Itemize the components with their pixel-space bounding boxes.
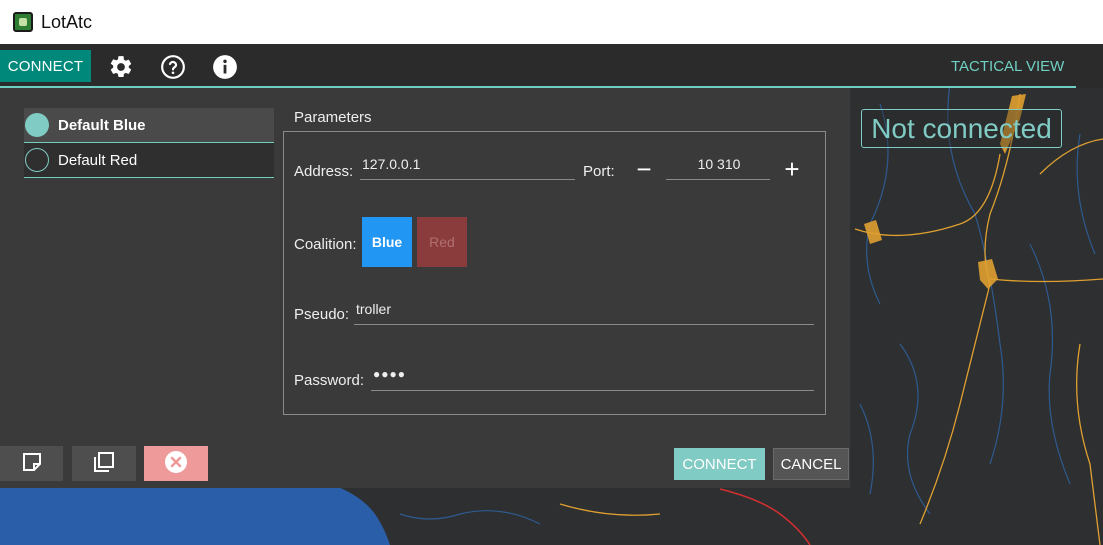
- port-label: Port:: [583, 163, 615, 180]
- profile-item-default-red[interactable]: Default Red: [24, 143, 274, 178]
- cancel-button[interactable]: CANCEL: [773, 448, 849, 480]
- gear-icon[interactable]: [108, 54, 134, 80]
- copy-icon: [92, 450, 116, 477]
- port-decrement-button[interactable]: −: [632, 156, 656, 182]
- address-label: Address:: [294, 163, 354, 180]
- port-input[interactable]: 10 310: [666, 156, 770, 180]
- unselected-radio-icon: [25, 148, 49, 172]
- pseudo-label: Pseudo:: [294, 306, 350, 323]
- selected-radio-icon: [25, 113, 49, 137]
- coalition-red-button[interactable]: Red: [417, 217, 467, 267]
- info-icon[interactable]: [212, 54, 238, 80]
- connection-status-badge: Not connected: [861, 109, 1062, 148]
- profile-item-default-blue[interactable]: Default Blue: [24, 108, 274, 143]
- address-input[interactable]: 127.0.0.1: [360, 156, 575, 180]
- new-profile-button[interactable]: [0, 446, 63, 481]
- profile-label: Default Red: [58, 151, 138, 169]
- connect-button[interactable]: CONNECT: [674, 448, 765, 480]
- port-increment-button[interactable]: +: [780, 156, 804, 182]
- duplicate-profile-button[interactable]: [72, 446, 136, 481]
- title-bar: LotAtc: [0, 0, 1103, 44]
- close-circle-icon: [164, 450, 188, 477]
- password-input[interactable]: ●●●●: [371, 367, 814, 391]
- coalition-blue-button[interactable]: Blue: [362, 217, 412, 267]
- coalition-label: Coalition:: [294, 236, 357, 253]
- parameters-title: Parameters: [294, 109, 372, 126]
- note-icon: [20, 450, 44, 477]
- connection-dialog: Default Blue Default Red Parameters Addr…: [0, 88, 850, 488]
- app-logo-icon: [13, 12, 33, 32]
- toolbar-connect-button[interactable]: CONNECT: [0, 50, 91, 82]
- pseudo-input[interactable]: troller: [354, 301, 814, 325]
- profile-label: Default Blue: [58, 116, 146, 134]
- help-icon[interactable]: [160, 54, 186, 80]
- profile-list: Default Blue Default Red: [24, 108, 274, 178]
- password-label: Password:: [294, 372, 365, 389]
- app-title: LotAtc: [41, 11, 93, 32]
- tactical-view-tab[interactable]: TACTICAL VIEW: [951, 58, 1064, 75]
- delete-profile-button[interactable]: [144, 446, 208, 481]
